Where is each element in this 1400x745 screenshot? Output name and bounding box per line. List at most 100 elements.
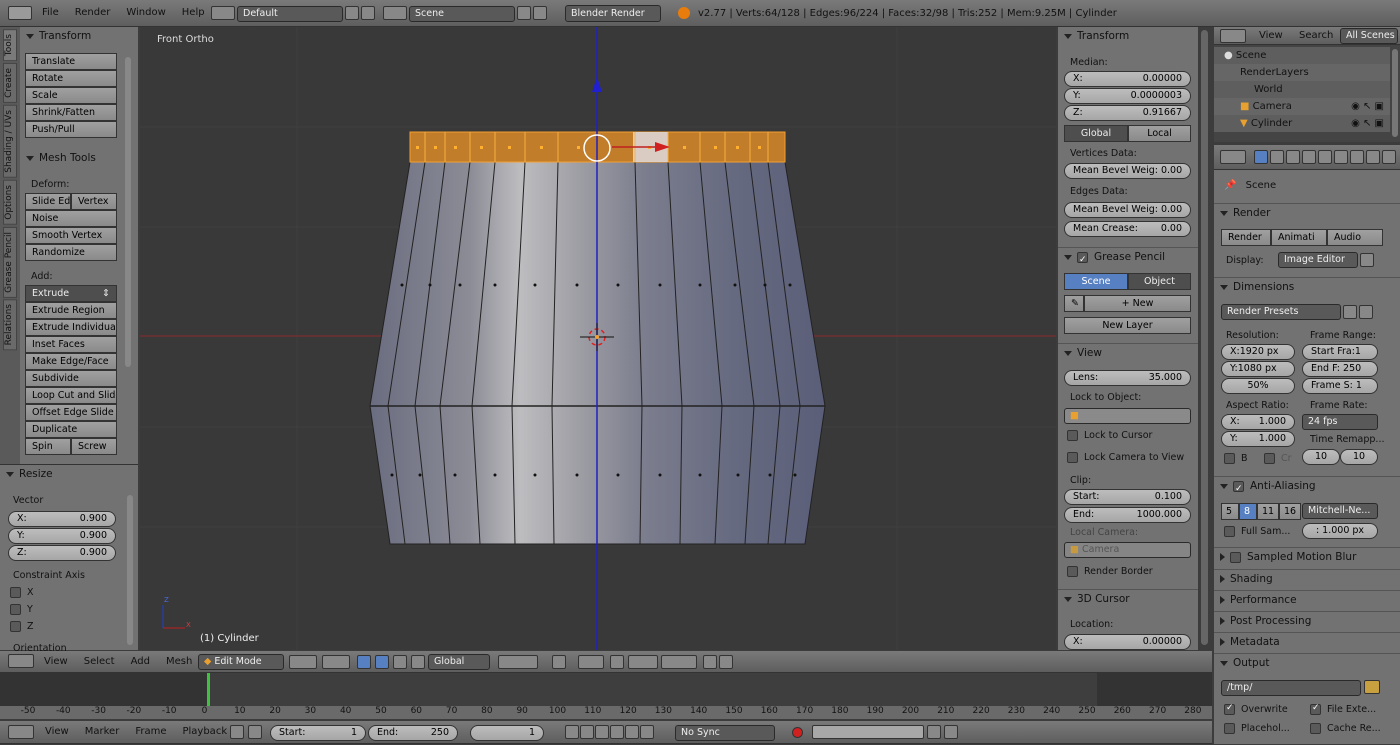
slide-vertex-button[interactable]: Vertex: [71, 193, 117, 210]
menu-view[interactable]: View: [36, 649, 76, 675]
keying-set-icon[interactable]: [812, 725, 924, 739]
local-toggle[interactable]: Local: [1128, 125, 1191, 142]
outliner-editor-icon[interactable]: [1220, 29, 1246, 43]
constraint-x-checkbox[interactable]: X: [10, 587, 34, 598]
duplicate-button[interactable]: Duplicate: [25, 421, 117, 438]
outliner-search-menu[interactable]: Search: [1299, 30, 1333, 41]
border-checkbox[interactable]: B: [1224, 453, 1248, 464]
tab-shading-uvs[interactable]: Shading / UVs: [3, 105, 17, 178]
metadata-header[interactable]: Metadata: [1214, 632, 1400, 650]
gp-scene-toggle[interactable]: Scene: [1064, 273, 1128, 290]
frame-end-field[interactable]: End F: 250: [1302, 361, 1378, 377]
scene-tab-icon[interactable]: [1286, 150, 1300, 164]
outliner-scene-row[interactable]: ● Scene: [1214, 47, 1390, 64]
lock-to-cursor-checkbox[interactable]: Lock to Cursor: [1067, 430, 1152, 441]
translate-button[interactable]: Translate: [25, 53, 117, 70]
anti-aliasing-checkbox[interactable]: [1233, 480, 1244, 492]
resolution-y-field[interactable]: Y:1080 px: [1221, 361, 1295, 377]
lock-interface-icon[interactable]: [1360, 253, 1374, 267]
end-frame-field[interactable]: End: 250: [368, 725, 458, 741]
scale-manipulator-icon[interactable]: [411, 655, 425, 669]
current-frame-field[interactable]: 1: [470, 725, 544, 741]
snap-target-icon[interactable]: [628, 655, 658, 669]
render-audio-button[interactable]: Audio: [1327, 229, 1383, 246]
add-preset-icon[interactable]: [1343, 305, 1357, 319]
timeline-editor-icon[interactable]: [8, 725, 34, 739]
resize-y-field[interactable]: Y: 0.900: [8, 528, 116, 544]
remove-layout-icon[interactable]: [361, 6, 375, 20]
transform-orientation-select[interactable]: Global: [428, 654, 490, 670]
add-scene-icon[interactable]: [517, 6, 531, 20]
preview-range-icon[interactable]: [230, 725, 244, 739]
scale-button[interactable]: Scale: [25, 87, 117, 104]
n-view-header[interactable]: View: [1058, 343, 1198, 361]
aa-filter-select[interactable]: Mitchell-Ne...: [1302, 503, 1378, 519]
performance-header[interactable]: Performance: [1214, 590, 1400, 608]
edge-bevel-weight-field[interactable]: Mean Bevel Weig: 0.00: [1064, 202, 1191, 218]
offset-edge-slide-button[interactable]: Offset Edge Slide: [25, 404, 117, 421]
render-still-icon[interactable]: [703, 655, 717, 669]
tab-options[interactable]: Options: [3, 179, 17, 225]
cursor-x-field[interactable]: X: 0.00000: [1064, 634, 1191, 650]
motion-blur-checkbox[interactable]: [1230, 551, 1241, 563]
redo-panel-scrollbar[interactable]: [127, 495, 133, 645]
viewport-3d[interactable]: Front Ortho Z X (1) Cylinder: [140, 27, 1056, 650]
resize-panel-header[interactable]: Resize: [0, 465, 138, 483]
record-icon[interactable]: [792, 727, 803, 738]
material-tab-icon[interactable]: [1382, 150, 1396, 164]
menu-help[interactable]: Help: [174, 0, 213, 26]
smooth-vertex-button[interactable]: Smooth Vertex: [25, 227, 117, 244]
grease-pencil-header[interactable]: Grease Pencil: [1058, 247, 1198, 265]
local-camera-field[interactable]: ■ Camera: [1064, 542, 1191, 558]
rotate-button[interactable]: Rotate: [25, 70, 117, 87]
remove-preset-icon[interactable]: [1359, 305, 1373, 319]
tab-grease-pencil[interactable]: Grease Pencil: [3, 226, 17, 298]
extrude-region-button[interactable]: Extrude Region: [25, 302, 117, 319]
mean-crease-field[interactable]: Mean Crease: 0.00: [1064, 221, 1191, 237]
display-select[interactable]: Image Editor: [1278, 252, 1358, 268]
placeholders-checkbox[interactable]: Placehol...: [1224, 723, 1290, 734]
remove-scene-icon[interactable]: [533, 6, 547, 20]
median-z-field[interactable]: Z: 0.91667: [1064, 105, 1191, 121]
constraint-y-checkbox[interactable]: Y: [10, 604, 33, 615]
view3d-editor-icon[interactable]: [8, 654, 34, 668]
noise-button[interactable]: Noise: [25, 210, 117, 227]
proportional-edit-icon[interactable]: [552, 655, 566, 669]
mesh-select-mode-icon[interactable]: [661, 655, 697, 669]
menu-select[interactable]: Select: [76, 649, 123, 675]
jump-keyframe-forward-icon[interactable]: [625, 725, 639, 739]
delete-keyframe-icon[interactable]: [944, 725, 958, 739]
tab-tools[interactable]: Tools: [3, 29, 17, 62]
filter-size-field[interactable]: : 1.000 px: [1302, 523, 1378, 539]
aa-samples-5[interactable]: 5: [1221, 503, 1239, 520]
dimensions-panel-header[interactable]: Dimensions: [1214, 277, 1400, 295]
outliner-world-row[interactable]: World: [1214, 81, 1390, 98]
transform-panel-header[interactable]: Transform: [20, 27, 138, 45]
remap-new-field[interactable]: 10: [1340, 449, 1378, 465]
aa-samples-11[interactable]: 11: [1257, 503, 1279, 520]
scene-field[interactable]: Scene: [409, 6, 515, 22]
jump-end-icon[interactable]: [640, 725, 654, 739]
render-anim-icon[interactable]: [719, 655, 733, 669]
spin-button[interactable]: Spin: [25, 438, 71, 455]
median-y-field[interactable]: Y: 0.0000003: [1064, 88, 1191, 104]
subdivide-button[interactable]: Subdivide: [25, 370, 117, 387]
output-path-field[interactable]: /tmp/: [1221, 680, 1361, 696]
mode-select[interactable]: ◆ Edit Mode: [198, 654, 284, 670]
render-panel-header[interactable]: Render: [1214, 203, 1400, 221]
grease-pencil-checkbox[interactable]: [1077, 251, 1088, 263]
screw-button[interactable]: Screw: [71, 438, 117, 455]
modifiers-tab-icon[interactable]: [1350, 150, 1364, 164]
aspect-y-field[interactable]: Y: 1.000: [1221, 431, 1295, 447]
play-reverse-icon[interactable]: [595, 725, 609, 739]
extrude-menu[interactable]: Extrude ⇕: [25, 285, 117, 302]
nprops-scrollbar[interactable]: [1201, 30, 1208, 645]
render-presets-select[interactable]: Render Presets: [1221, 304, 1341, 320]
global-toggle[interactable]: Global: [1064, 125, 1128, 142]
outliner-renderlayers-row[interactable]: RenderLayers: [1214, 64, 1390, 81]
lens-field[interactable]: Lens: 35.000: [1064, 370, 1191, 386]
rotate-manipulator-icon[interactable]: [393, 655, 407, 669]
remap-old-field[interactable]: 10: [1302, 449, 1340, 465]
menu-render[interactable]: Render: [67, 0, 119, 26]
resolution-percent-field[interactable]: 50%: [1221, 378, 1295, 394]
